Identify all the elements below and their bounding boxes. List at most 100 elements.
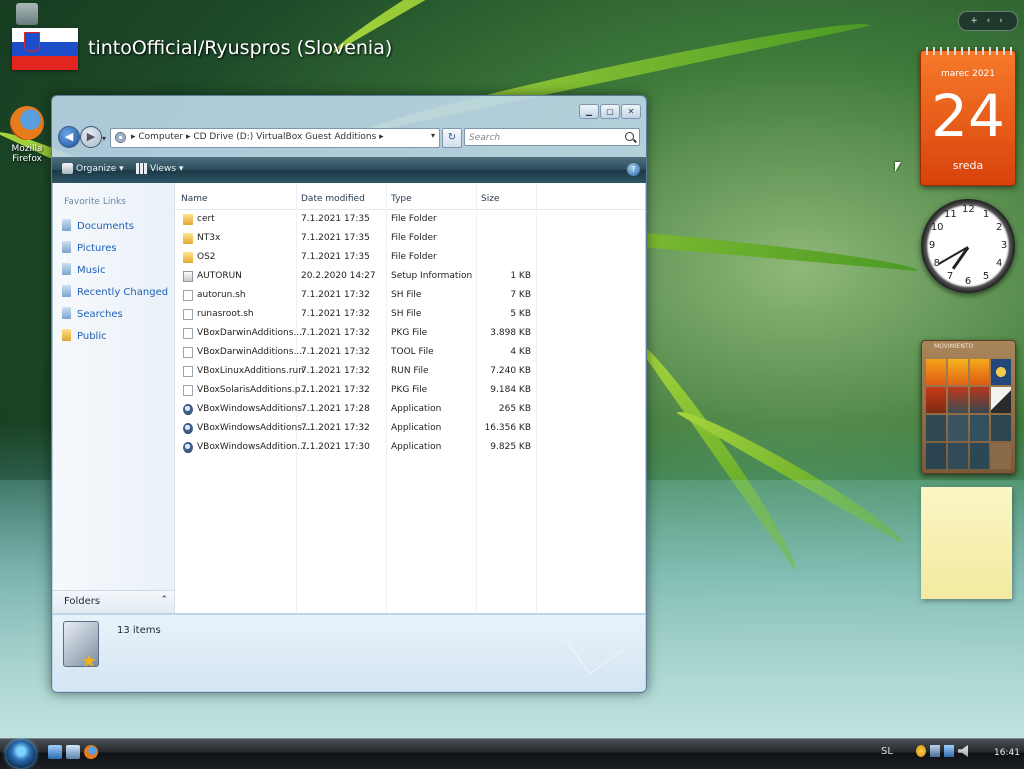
clock-number: 12: [962, 204, 975, 215]
application-icon: [183, 404, 193, 415]
tray-virtualbox-icon[interactable]: [944, 745, 954, 757]
puzzle-tile[interactable]: [926, 359, 946, 385]
firefox-quicklaunch-icon[interactable]: [84, 745, 98, 759]
tray-alert-icon[interactable]: [916, 745, 926, 757]
back-button[interactable]: ◀: [58, 126, 80, 148]
cd-drive-icon: [115, 132, 126, 143]
address-dropdown[interactable]: ▾: [431, 131, 435, 140]
organize-button[interactable]: Organize ▾: [62, 163, 124, 174]
file-list: Name Date modified Type Size cert 7.1.202…: [175, 183, 645, 613]
file-icon: [183, 347, 193, 358]
favorite-link-searches[interactable]: Searches: [62, 307, 123, 323]
search-icon[interactable]: [625, 132, 634, 141]
file-date: 7.1.2021 17:35: [301, 214, 370, 224]
close-button[interactable]: ✕: [621, 104, 641, 119]
show-desktop-icon[interactable]: [48, 745, 62, 759]
file-size: 16.356 KB: [484, 423, 531, 433]
file-date: 7.1.2021 17:32: [301, 385, 370, 395]
puzzle-tile[interactable]: [969, 443, 990, 469]
file-name: VBoxDarwinAdditions....: [197, 328, 305, 338]
clock-number: 5: [982, 271, 990, 283]
window-titlebar[interactable]: ▁ ▢ ✕: [52, 96, 646, 122]
desktop-icon-firefox[interactable]: Mozilla Firefox: [4, 106, 50, 164]
column-header-date[interactable]: Date modified: [301, 194, 365, 204]
table-row[interactable]: OS2 7.1.2021 17:35 File Folder: [175, 249, 535, 268]
favorite-link-pictures[interactable]: Pictures: [62, 241, 117, 257]
file-size: 5 KB: [510, 309, 531, 319]
refresh-button[interactable]: ↻: [442, 128, 462, 148]
help-button[interactable]: ?: [627, 163, 640, 176]
puzzle-tile[interactable]: [969, 359, 990, 385]
puzzle-tile[interactable]: [926, 443, 946, 469]
recent-pages-dropdown[interactable]: ▾: [102, 134, 106, 143]
chevron-up-icon[interactable]: ⌃: [160, 595, 168, 605]
table-row[interactable]: cert 7.1.2021 17:35 File Folder: [175, 211, 535, 230]
column-header-type[interactable]: Type: [391, 194, 412, 204]
table-row[interactable]: VBoxSolarisAdditions.p... 7.1.2021 17:32 P…: [175, 382, 535, 401]
puzzle-tile[interactable]: [969, 415, 990, 441]
picture-puzzle-gadget[interactable]: MOVIMIENTO: [921, 340, 1016, 474]
navigation-pane: Favorite Links Documents Pictures Music …: [53, 183, 175, 613]
puzzle-tile[interactable]: [947, 359, 968, 385]
table-row[interactable]: VBoxWindowsAdditions 7.1.2021 17:28 Applic…: [175, 401, 535, 420]
puzzle-tile[interactable]: [926, 387, 946, 413]
searches-icon: [62, 307, 71, 319]
language-indicator[interactable]: SL: [881, 746, 893, 757]
favorite-link-music[interactable]: Music: [62, 263, 105, 279]
puzzle-tile[interactable]: [969, 387, 990, 413]
puzzle-tile[interactable]: [991, 415, 1011, 441]
table-row[interactable]: VBoxDarwinAdditions.... 7.1.2021 17:32 TOO…: [175, 344, 535, 363]
address-bar[interactable]: ▸ Computer ▸ CD Drive (D:) VirtualBox Gu…: [110, 128, 440, 148]
favorite-link-public[interactable]: Public: [62, 329, 107, 345]
favorite-link-documents[interactable]: Documents: [62, 219, 134, 235]
switch-windows-icon[interactable]: [66, 745, 80, 759]
views-button[interactable]: Views ▾: [136, 163, 183, 174]
breadcrumb[interactable]: ▸ Computer ▸ CD Drive (D:) VirtualBox Gu…: [131, 132, 384, 142]
taskbar-clock[interactable]: 16:41: [994, 748, 1020, 758]
table-row[interactable]: runasroot.sh 7.1.2021 17:32 SH File 5 KB: [175, 306, 535, 325]
file-size: 4 KB: [510, 347, 531, 357]
file-type: File Folder: [391, 214, 437, 224]
puzzle-grid: [926, 359, 1011, 469]
command-toolbar: Organize ▾ Views ▾ ?: [52, 157, 646, 183]
table-row[interactable]: NT3x 7.1.2021 17:35 File Folder: [175, 230, 535, 249]
application-icon: [183, 442, 193, 453]
puzzle-tile[interactable]: [947, 387, 968, 413]
volume-icon[interactable]: [958, 745, 968, 757]
column-header-size[interactable]: Size: [481, 194, 499, 204]
file-size: 1 KB: [510, 271, 531, 281]
calendar-gadget[interactable]: marec 2021 24 sreda: [920, 47, 1016, 186]
table-row[interactable]: autorun.sh 7.1.2021 17:32 SH File 7 KB: [175, 287, 535, 306]
table-row[interactable]: AUTORUN 20.2.2020 14:27 Setup Information 1…: [175, 268, 535, 287]
puzzle-tile[interactable]: [947, 443, 968, 469]
favorite-link-recently-changed[interactable]: Recently Changed: [62, 285, 168, 301]
file-type: File Folder: [391, 252, 437, 262]
file-name: OS2: [197, 252, 216, 262]
table-row[interactable]: VBoxWindowsAdditions.... 7.1.2021 17:32 Ap…: [175, 420, 535, 439]
folders-bar[interactable]: Folders ⌃: [53, 590, 174, 613]
sidebar-controls[interactable]: + ‹ ›: [958, 11, 1018, 31]
table-row[interactable]: VBoxLinuxAdditions.run 7.1.2021 17:32 RUN …: [175, 363, 535, 382]
recycle-bin-icon[interactable]: [16, 3, 38, 25]
puzzle-tile[interactable]: [991, 359, 1011, 385]
clock-number: 2: [995, 222, 1003, 233]
maximize-button[interactable]: ▢: [600, 104, 620, 119]
folders-label: Folders: [64, 596, 101, 607]
puzzle-tile[interactable]: [991, 387, 1011, 413]
file-name: NT3x: [197, 233, 221, 243]
tray-network-icon[interactable]: [930, 745, 940, 757]
minimize-button[interactable]: ▁: [579, 104, 599, 119]
clock-gadget[interactable]: 12 1 2 3 4 5 6 7 8 9 10 11: [921, 199, 1015, 293]
column-header-name[interactable]: Name: [181, 194, 208, 204]
puzzle-tile[interactable]: [947, 415, 968, 441]
file-name: autorun.sh: [197, 290, 246, 300]
start-button[interactable]: [6, 740, 36, 768]
sticky-note-gadget[interactable]: [921, 487, 1012, 599]
forward-button[interactable]: ▶: [80, 126, 102, 148]
views-icon: [136, 163, 147, 174]
puzzle-tile[interactable]: [926, 415, 946, 441]
table-row[interactable]: VBoxDarwinAdditions.... 7.1.2021 17:32 PKG…: [175, 325, 535, 344]
search-input[interactable]: Search: [464, 128, 640, 146]
table-row[interactable]: VBoxWindowsAddition.... 7.1.2021 17:30 App…: [175, 439, 535, 458]
file-date: 7.1.2021 17:28: [301, 404, 370, 414]
